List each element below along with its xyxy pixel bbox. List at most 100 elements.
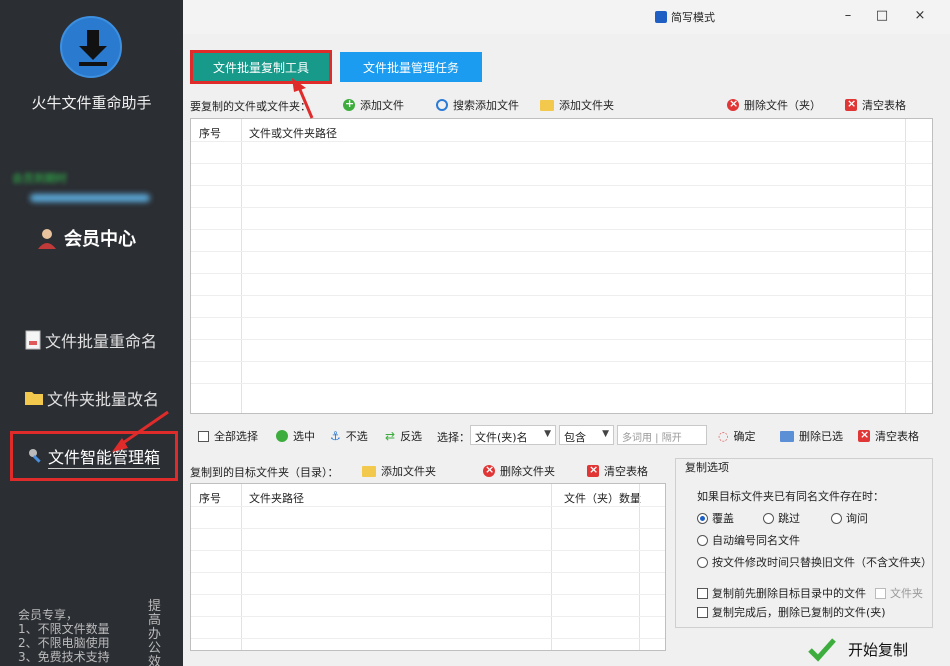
unselect-button[interactable]: ⚓ 不选 bbox=[330, 428, 368, 444]
column-header: 文件夹路径 bbox=[249, 492, 304, 505]
delete-icon bbox=[483, 463, 495, 477]
folder-option-label: 文件夹 bbox=[890, 587, 923, 600]
choose-label: 选择： bbox=[437, 431, 470, 444]
promo-text: 会员专享， 1、不限文件数量 2、不限电脑使用 3、免费技术支持 bbox=[18, 608, 110, 664]
select-all-label: 全部选择 bbox=[214, 430, 258, 443]
confirm-button[interactable]: ◌ 确定 bbox=[718, 428, 755, 444]
folder-icon bbox=[25, 392, 43, 405]
copy-options-title: 复制选项 bbox=[682, 459, 732, 475]
checkbox-icon bbox=[697, 606, 708, 618]
sidebar-item-label: 文件夹批量改名 bbox=[47, 390, 160, 409]
clear-icon bbox=[845, 97, 857, 111]
confirm-icon: ◌ bbox=[718, 429, 729, 443]
conflict-question: 如果目标文件夹已有同名文件存在时： bbox=[697, 490, 884, 503]
add-icon bbox=[343, 97, 355, 111]
delete-after-checkbox[interactable]: 复制完成后，删除已复制的文件(夹) bbox=[697, 604, 886, 620]
clear-target-table-label: 清空表格 bbox=[604, 465, 648, 478]
simple-mode-label: 简写模式 bbox=[671, 11, 715, 24]
promo-line: 会员专享， bbox=[18, 608, 79, 622]
add-target-folder-button[interactable]: 添加文件夹 bbox=[362, 463, 436, 479]
search-add-label: 搜索添加文件 bbox=[453, 99, 519, 112]
file-icon bbox=[25, 330, 41, 350]
column-header: 文件或文件夹路径 bbox=[249, 127, 337, 140]
simple-mode-toggle[interactable]: 简写模式 bbox=[655, 9, 715, 25]
member-center-link[interactable]: 会员中心 bbox=[36, 225, 136, 251]
sidebar-item-rename-folders[interactable]: 文件夹批量改名 bbox=[24, 386, 159, 410]
checkbox-icon bbox=[198, 430, 209, 442]
invert-icon: ⇄ bbox=[385, 429, 396, 443]
search-icon bbox=[436, 99, 448, 111]
auto-number-label: 自动编号同名文件 bbox=[712, 534, 800, 547]
sidebar-item-label: 文件批量重命名 bbox=[45, 332, 158, 351]
member-expire-date bbox=[30, 194, 150, 202]
anchor-icon: ⚓ bbox=[330, 429, 341, 443]
clear-icon bbox=[858, 428, 870, 442]
add-target-folder-label: 添加文件夹 bbox=[381, 465, 436, 478]
add-file-label: 添加文件 bbox=[360, 99, 404, 112]
delete-after-label: 复制完成后，删除已复制的文件(夹) bbox=[712, 606, 886, 619]
overwrite-label: 覆盖 bbox=[712, 512, 734, 525]
column-header: 文件（夹）数量 bbox=[564, 492, 641, 505]
search-add-file-button[interactable]: 搜索添加文件 bbox=[436, 97, 519, 113]
mode-select[interactable]: 包含 ▼ bbox=[559, 425, 614, 445]
field-select[interactable]: 文件(夹)名 ▼ bbox=[470, 425, 556, 445]
add-folder-label: 添加文件夹 bbox=[559, 99, 614, 112]
source-file-table[interactable]: 序号 文件或文件夹路径 bbox=[190, 118, 933, 414]
skip-radio[interactable]: 跳过 bbox=[763, 510, 800, 526]
sidebar-item-rename-files[interactable]: 文件批量重命名 bbox=[24, 328, 157, 352]
chevron-down-icon: ▼ bbox=[602, 429, 609, 439]
promo-vertical-text: 提高办公效 bbox=[148, 599, 162, 666]
filter-input[interactable]: 多词用 | 隔开 bbox=[617, 425, 707, 445]
overwrite-radio[interactable]: 覆盖 bbox=[697, 510, 734, 526]
member-status: 会员到期时 bbox=[12, 172, 67, 185]
column-header: 序号 bbox=[199, 492, 221, 505]
target-folder-table[interactable]: 序号 文件夹路径 文件（夹）数量 bbox=[190, 483, 666, 651]
checkmark-icon bbox=[808, 638, 836, 662]
radio-icon bbox=[697, 556, 708, 568]
delete-before-checkbox[interactable]: 复制前先删除目标目录中的文件 bbox=[697, 585, 866, 601]
tab-batch-manage[interactable]: 文件批量管理任务 bbox=[340, 52, 482, 82]
skip-label: 跳过 bbox=[778, 512, 800, 525]
radio-icon bbox=[763, 512, 774, 524]
invert-label: 反选 bbox=[400, 430, 423, 443]
delete-selected-label: 删除已选 bbox=[799, 430, 843, 443]
tab-batch-copy[interactable]: 文件批量复制工具 bbox=[190, 50, 332, 84]
promo-line: 1、不限文件数量 bbox=[18, 622, 110, 636]
delete-selected-icon bbox=[780, 430, 794, 442]
start-copy-button[interactable]: 开始复制 bbox=[808, 636, 908, 662]
close-button[interactable]: × bbox=[910, 8, 930, 23]
replace-old-radio[interactable]: 按文件修改时间只替换旧文件（不含文件夹） bbox=[697, 554, 932, 570]
add-file-button[interactable]: 添加文件 bbox=[343, 97, 404, 113]
start-copy-label: 开始复制 bbox=[848, 640, 909, 659]
minimize-button[interactable]: – bbox=[838, 8, 858, 23]
select-button[interactable]: 选中 bbox=[276, 428, 315, 444]
sidebar-item-smart-manager[interactable]: 文件智能管理箱 bbox=[10, 431, 178, 481]
select-all-checkbox[interactable]: 全部选择 bbox=[198, 428, 258, 444]
maximize-button[interactable]: □ bbox=[872, 8, 892, 23]
clear-table-button-2[interactable]: 清空表格 bbox=[858, 428, 919, 444]
auto-number-radio[interactable]: 自动编号同名文件 bbox=[697, 532, 800, 548]
folder-option-checkbox[interactable]: 文件夹 bbox=[875, 585, 923, 601]
clear-target-table-button[interactable]: 清空表格 bbox=[587, 463, 648, 479]
sidebar-item-label: 文件智能管理箱 bbox=[48, 444, 161, 469]
download-logo-icon bbox=[60, 16, 122, 78]
member-center-label: 会员中心 bbox=[64, 229, 136, 250]
clear-icon bbox=[587, 463, 599, 477]
promo-line: 3、免费技术支持 bbox=[18, 650, 110, 664]
radio-icon bbox=[697, 534, 708, 546]
delete-file-button[interactable]: 删除文件（夹） bbox=[727, 97, 821, 113]
delete-selected-button[interactable]: 删除已选 bbox=[780, 428, 843, 444]
invert-button[interactable]: ⇄ 反选 bbox=[385, 428, 422, 444]
add-folder-button[interactable]: 添加文件夹 bbox=[540, 97, 614, 113]
field-select-value: 文件(夹)名 bbox=[475, 431, 528, 444]
clear-table-button[interactable]: 清空表格 bbox=[845, 97, 906, 113]
member-avatar-icon bbox=[38, 229, 56, 249]
target-label: 复制到的目标文件夹（目录）： bbox=[190, 466, 339, 479]
ask-radio[interactable]: 询问 bbox=[831, 510, 868, 526]
chevron-down-icon: ▼ bbox=[544, 429, 551, 439]
title-bar bbox=[183, 0, 950, 34]
delete-target-folder-button[interactable]: 删除文件夹 bbox=[483, 463, 555, 479]
mode-select-value: 包含 bbox=[564, 431, 586, 444]
radio-icon bbox=[697, 512, 708, 524]
folder-icon bbox=[540, 99, 554, 111]
